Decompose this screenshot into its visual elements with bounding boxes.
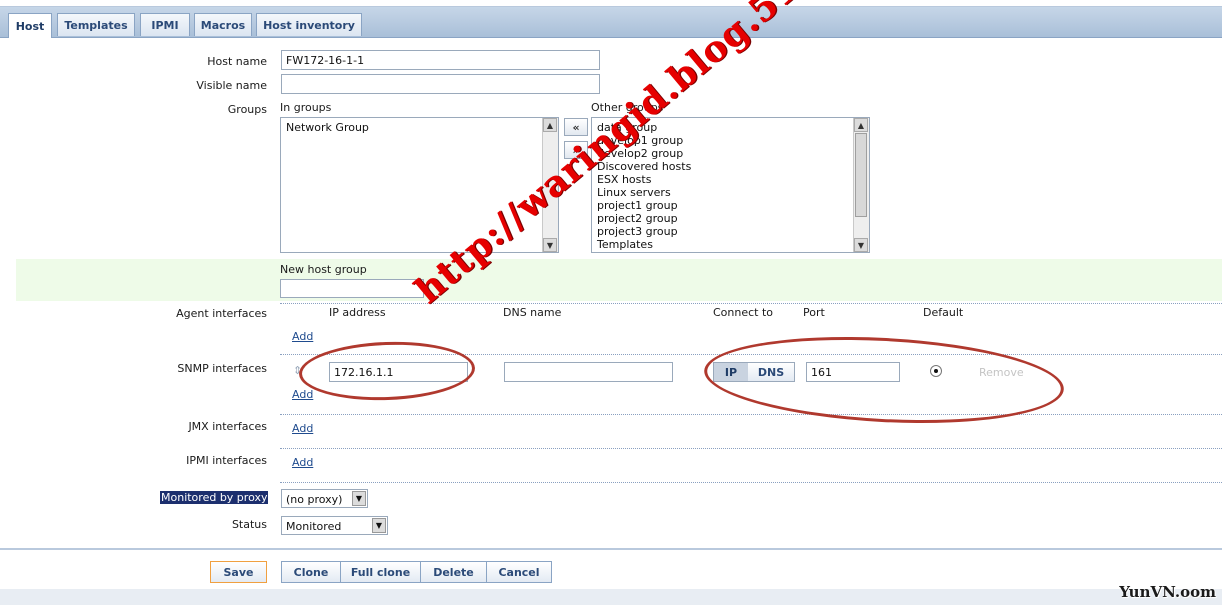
scroll-up-icon[interactable]: ▲ [543, 118, 557, 132]
annotation-oval-ip [298, 338, 476, 404]
ipmi-interfaces-label: IPMI interfaces [186, 454, 267, 467]
tab-host[interactable]: Host [8, 13, 52, 38]
agent-add-link[interactable]: Add [292, 330, 313, 343]
chevron-down-icon[interactable]: ▼ [372, 518, 386, 533]
corner-watermark: YunVN.oom [1119, 583, 1216, 601]
other-group-item[interactable]: Discovered hosts [592, 160, 869, 173]
snmp-interfaces-label: SNMP interfaces [177, 362, 267, 375]
groups-label: Groups [227, 103, 267, 116]
ipmi-divider [280, 482, 1222, 483]
delete-button[interactable]: Delete [420, 561, 487, 583]
window-top-border [0, 0, 1222, 7]
full-clone-button[interactable]: Full clone [340, 561, 421, 583]
footer-divider [0, 548, 1222, 550]
snmp-divider [280, 414, 1222, 415]
tab-host-inventory[interactable]: Host inventory [256, 13, 362, 36]
other-group-item[interactable]: Linux servers [592, 186, 869, 199]
in-groups-label: In groups [280, 101, 332, 114]
proxy-select-value: (no proxy) [286, 493, 343, 506]
new-host-group-input[interactable] [280, 279, 424, 298]
scroll-up-icon[interactable]: ▲ [854, 118, 868, 132]
in-group-item[interactable]: Network Group [281, 121, 558, 134]
bottom-bar [0, 589, 1222, 605]
other-group-item[interactable]: ESX hosts [592, 173, 869, 186]
other-group-item[interactable]: develop2 group [592, 147, 869, 160]
tab-templates[interactable]: Templates [57, 13, 135, 36]
col-dns-name: DNS name [503, 306, 562, 319]
snmp-add-link[interactable]: Add [292, 388, 313, 401]
ipmi-add-link[interactable]: Add [292, 456, 313, 469]
other-group-item[interactable]: project2 group [592, 212, 869, 225]
scroll-down-icon[interactable]: ▼ [543, 238, 557, 252]
cancel-button[interactable]: Cancel [486, 561, 552, 583]
jmx-interfaces-label: JMX interfaces [188, 420, 267, 433]
other-group-item[interactable]: project3 group [592, 225, 869, 238]
agent-interfaces-label: Agent interfaces [176, 307, 267, 320]
col-connect-to: Connect to [713, 306, 774, 319]
scrollbar-thumb[interactable] [855, 133, 867, 217]
tab-ipmi[interactable]: IPMI [140, 13, 190, 36]
snmp-dns-input[interactable] [504, 362, 673, 382]
monitored-by-proxy-label: Monitored by proxy [160, 491, 269, 504]
tab-macros[interactable]: Macros [194, 13, 252, 36]
proxy-select[interactable]: (no proxy) ▼ [281, 489, 368, 508]
col-ip-address: IP address [329, 306, 386, 319]
visible-name-label: Visible name [196, 79, 267, 92]
interfaces-divider [280, 303, 1222, 304]
scroll-down-icon[interactable]: ▼ [854, 238, 868, 252]
host-name-label: Host name [207, 55, 267, 68]
host-name-input[interactable] [281, 50, 600, 70]
jmx-divider [280, 448, 1222, 449]
status-select-value: Monitored [286, 520, 342, 533]
status-label: Status [231, 518, 267, 531]
visible-name-input[interactable] [281, 74, 600, 94]
new-host-group-row [16, 259, 1222, 301]
col-port: Port [803, 306, 825, 319]
chevron-down-icon[interactable]: ▼ [352, 491, 366, 506]
other-groups-scrollbar[interactable]: ▲ ▼ [853, 118, 869, 252]
status-select[interactable]: Monitored ▼ [281, 516, 388, 535]
clone-button[interactable]: Clone [281, 561, 341, 583]
other-group-item[interactable]: project1 group [592, 199, 869, 212]
new-host-group-label: New host group [280, 263, 367, 276]
jmx-add-link[interactable]: Add [292, 422, 313, 435]
other-group-item[interactable]: Templates [592, 238, 869, 251]
save-button[interactable]: Save [210, 561, 267, 583]
annotation-oval-connect [702, 328, 1066, 432]
col-default: Default [923, 306, 964, 319]
